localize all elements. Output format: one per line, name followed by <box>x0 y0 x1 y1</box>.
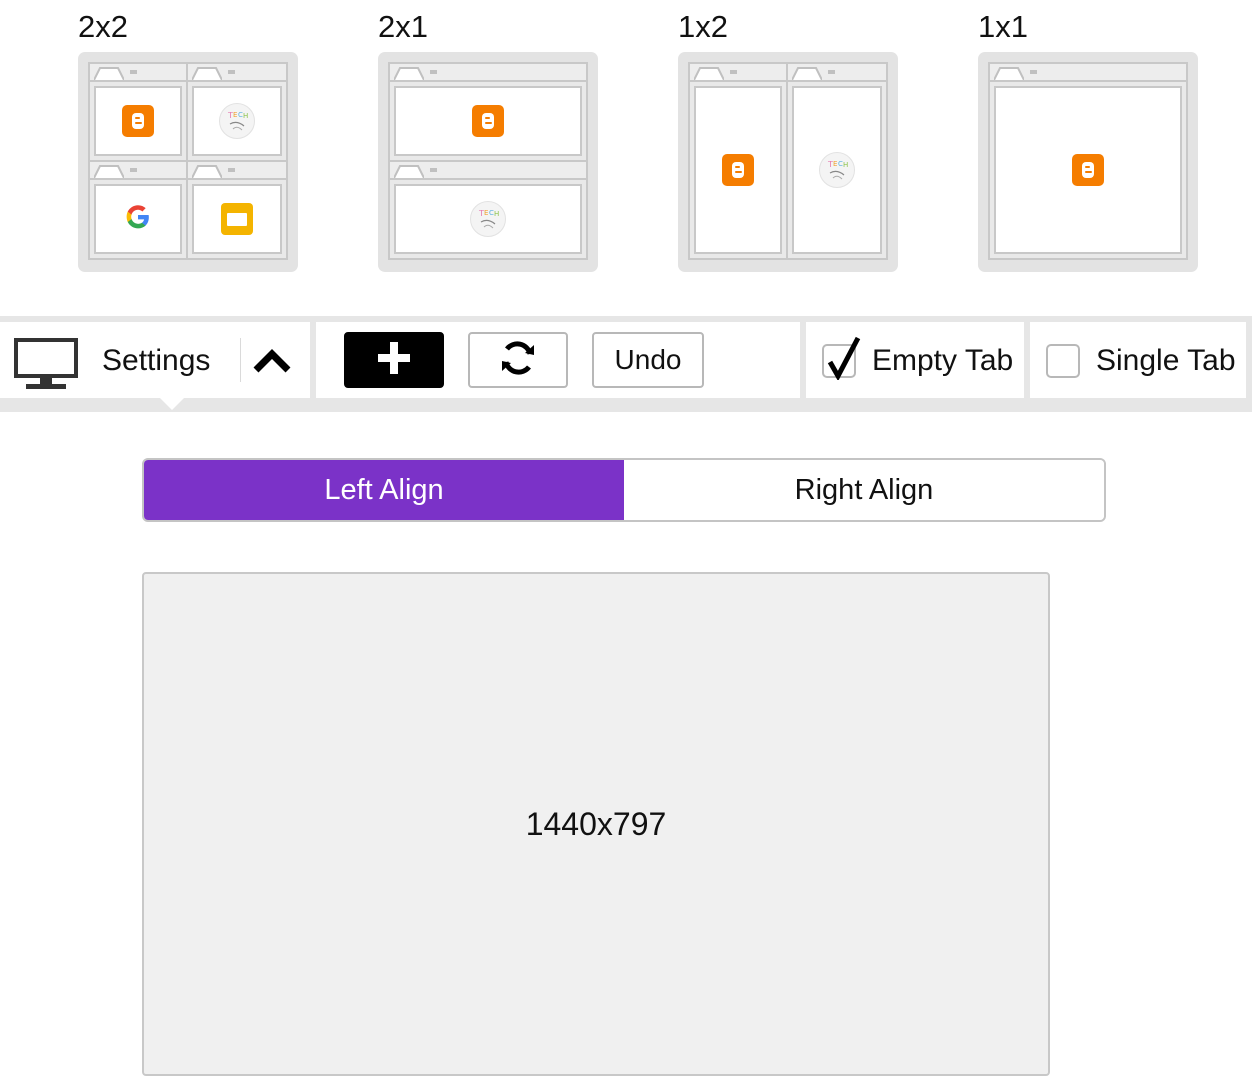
pane <box>186 160 288 260</box>
svg-text:H: H <box>843 161 848 169</box>
layout-title: 2x2 <box>78 9 128 44</box>
blogger-icon <box>472 105 504 137</box>
chevron-up-icon[interactable] <box>252 346 292 379</box>
empty-tab-panel: Empty Tab <box>806 322 1024 398</box>
plus-icon <box>376 340 412 381</box>
google-icon <box>125 204 151 235</box>
screen-preview: 1440x797 <box>142 572 1050 1076</box>
layout-thumbnail[interactable]: TECH <box>678 52 898 272</box>
left-align-button[interactable]: Left Align <box>144 460 624 520</box>
single-tab-option[interactable]: Single Tab <box>1046 336 1236 386</box>
layout-thumbnail[interactable]: TECH <box>78 52 298 272</box>
toolbar: Settings Undo Empty Tab Single Tab <box>0 316 1252 412</box>
alignment-toggle: Left Align Right Align <box>142 458 1106 522</box>
refresh-button[interactable] <box>468 332 568 388</box>
pane <box>88 62 188 162</box>
layout-title: 1x1 <box>978 9 1028 44</box>
empty-tab-label: Empty Tab <box>872 344 1014 377</box>
pane <box>988 62 1188 260</box>
tech-logo-icon: TECH <box>819 152 855 188</box>
single-tab-panel: Single Tab <box>1030 322 1246 398</box>
google-slides-icon <box>221 203 253 235</box>
settings-pointer <box>160 398 184 410</box>
layout-title: 2x1 <box>378 9 428 44</box>
layout-title: 1x2 <box>678 9 728 44</box>
tech-logo-icon: TECH <box>470 201 506 237</box>
svg-text:H: H <box>494 210 499 218</box>
svg-text:E: E <box>233 111 237 119</box>
blogger-icon <box>722 154 754 186</box>
add-button[interactable] <box>344 332 444 388</box>
layout-thumbnail[interactable] <box>978 52 1198 272</box>
blogger-icon <box>1072 154 1104 186</box>
right-align-button[interactable]: Right Align <box>624 460 1104 520</box>
refresh-icon <box>499 339 537 382</box>
empty-tab-checkbox[interactable] <box>822 336 861 380</box>
settings-panel: Settings <box>0 322 310 410</box>
tech-logo-icon: TECH <box>219 103 255 139</box>
svg-text:E: E <box>833 160 837 168</box>
pane <box>88 160 188 260</box>
actions-panel: Undo <box>316 322 800 398</box>
svg-text:E: E <box>484 209 488 217</box>
pane <box>388 62 588 162</box>
pane: TECH <box>186 62 288 162</box>
single-tab-checkbox[interactable] <box>1046 344 1080 378</box>
divider <box>240 338 241 382</box>
layout-thumbnail[interactable]: TECH <box>378 52 598 272</box>
undo-button[interactable]: Undo <box>592 332 704 388</box>
svg-text:H: H <box>243 112 248 120</box>
blogger-icon <box>122 105 154 137</box>
pane: TECH <box>786 62 888 260</box>
resolution-label: 1440x797 <box>525 805 667 842</box>
empty-tab-option[interactable]: Empty Tab <box>822 336 1013 386</box>
pane <box>688 62 788 260</box>
pane: TECH <box>388 160 588 260</box>
monitor-icon[interactable] <box>14 338 78 395</box>
single-tab-label: Single Tab <box>1096 344 1236 377</box>
settings-label[interactable]: Settings <box>102 344 210 378</box>
checkmark-icon <box>827 336 861 380</box>
